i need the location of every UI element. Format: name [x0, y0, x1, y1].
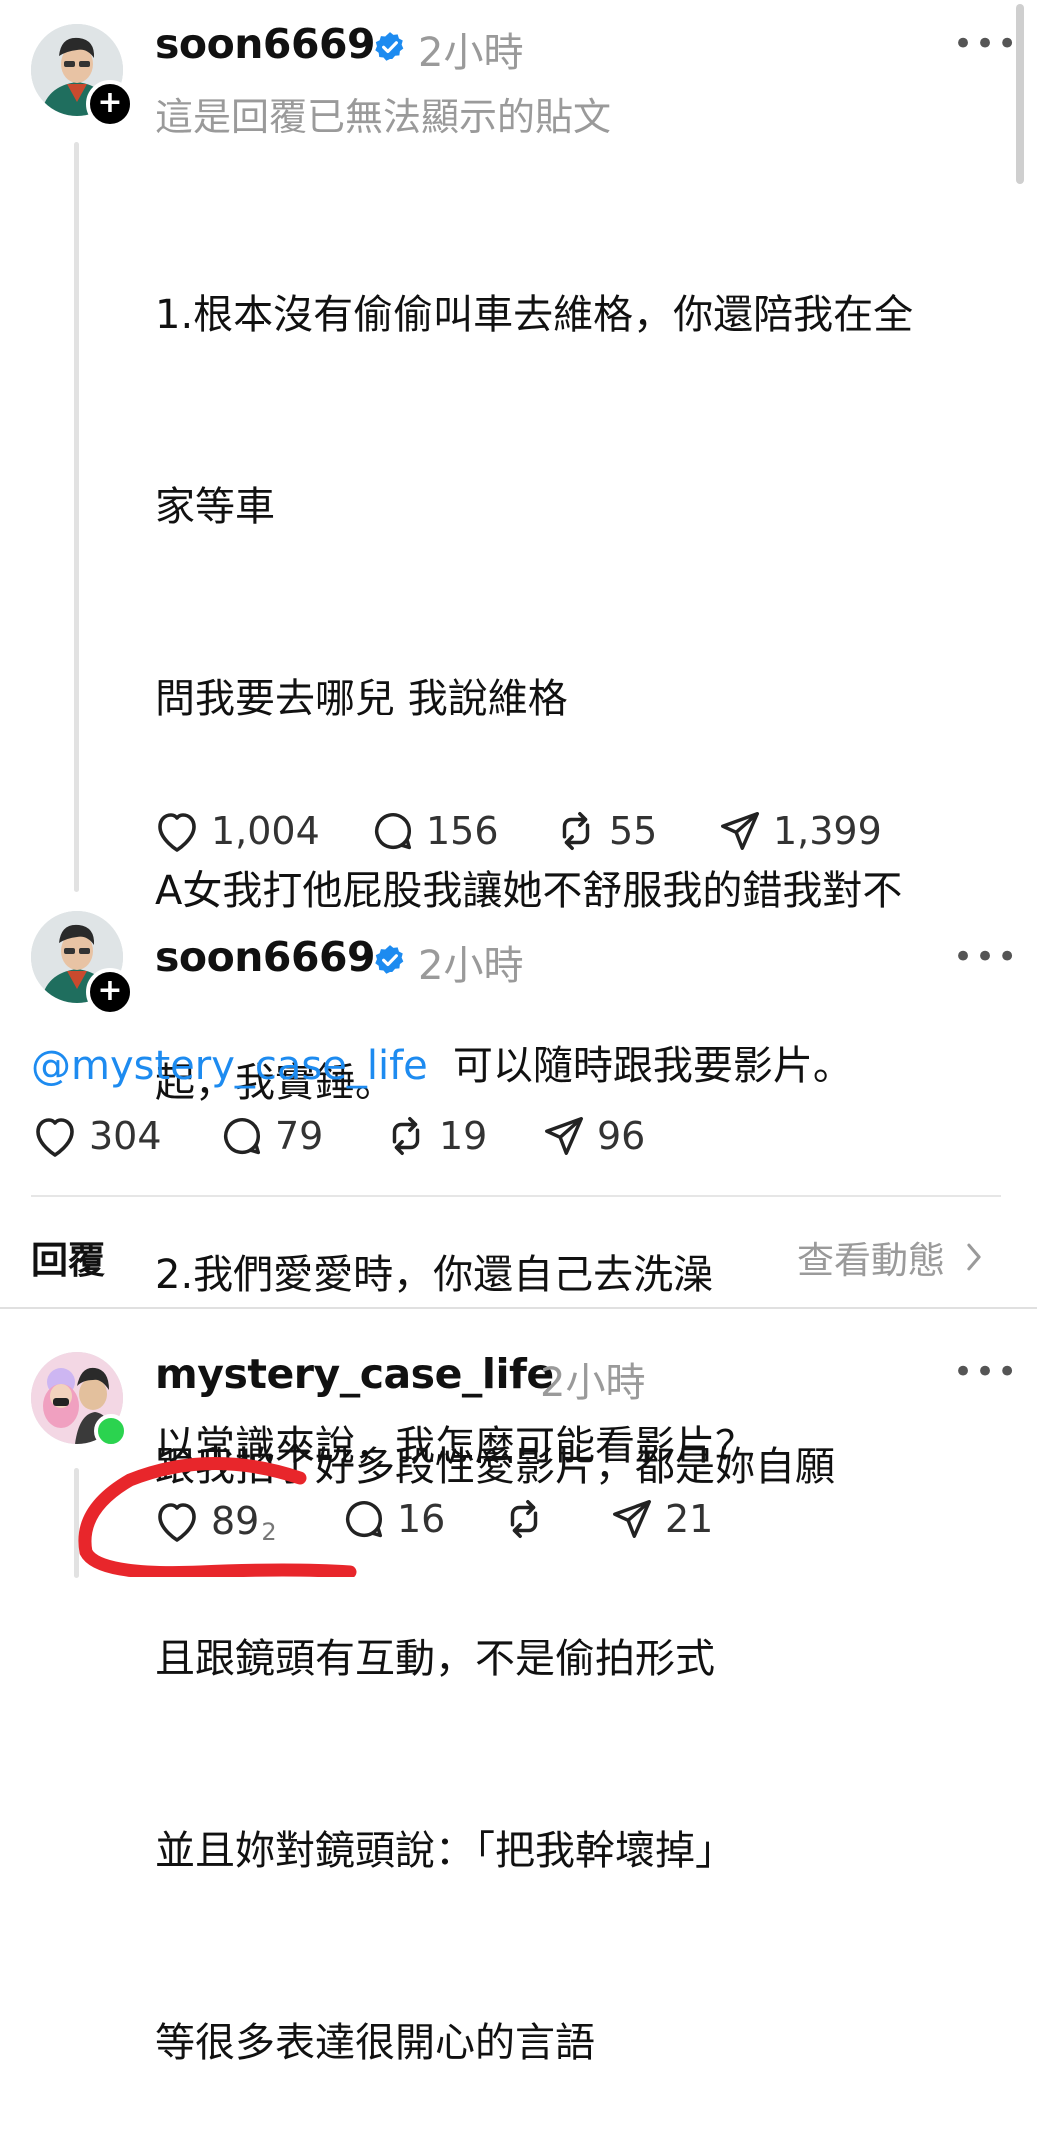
reply-context-subtitle[interactable]: 這是回覆已無法顯示的貼文: [155, 86, 611, 141]
post-username[interactable]: soon6669: [155, 933, 376, 981]
send-icon: [721, 812, 759, 850]
like-button[interactable]: 1,004: [153, 808, 320, 854]
repost-button[interactable]: [501, 1496, 557, 1542]
view-activity-label: 查看動態: [797, 1239, 945, 1282]
repost-icon: [392, 1117, 420, 1155]
reply-time: 2小時: [540, 1360, 646, 1406]
more-options-icon[interactable]: •••: [953, 1352, 1019, 1392]
repost-count: 19: [439, 1114, 488, 1158]
heart-icon: [158, 813, 196, 852]
like-count: 1,004: [211, 809, 320, 853]
more-options-icon[interactable]: •••: [953, 24, 1019, 64]
share-button[interactable]: 1,399: [717, 808, 882, 854]
comment-button[interactable]: 79: [219, 1113, 323, 1159]
post2-body: @mystery_case_life 可以隨時跟我要影片。: [31, 1033, 853, 1091]
view-activity-link[interactable]: 查看動態: [797, 1230, 989, 1284]
share-count: 1,399: [773, 809, 882, 853]
thread-line: [74, 142, 79, 892]
post-body-line: 且跟鏡頭有互動，不是偷拍形式: [155, 1636, 715, 1682]
post-time: 2小時: [418, 943, 524, 989]
repost-count: 55: [609, 809, 658, 853]
more-options-icon[interactable]: •••: [953, 937, 1019, 977]
send-icon: [613, 1500, 651, 1538]
comment-button[interactable]: 156: [370, 808, 499, 854]
comment-count: 156: [426, 809, 499, 853]
share-count: 96: [597, 1114, 646, 1158]
post-time: 2小時: [418, 30, 524, 76]
share-count: 21: [665, 1497, 714, 1541]
post-body-line: 等很多表達很開心的言語: [155, 2020, 595, 2066]
post-body-line: 並且妳對鏡頭說：「把我幹壞掉」: [155, 1828, 735, 1874]
repost-button[interactable]: 55: [553, 808, 657, 854]
post2-text: 可以隨時跟我要影片。: [452, 1043, 853, 1089]
comment-bubble-icon: [223, 1118, 261, 1155]
mention-link[interactable]: @mystery_case_life: [31, 1043, 428, 1089]
repost-button[interactable]: 19: [383, 1113, 487, 1159]
scrollbar[interactable]: [1016, 4, 1024, 184]
post-body-line: A女我打他屁股我讓她不舒服我的錯我對不: [155, 868, 903, 914]
comment-count: 16: [397, 1497, 446, 1541]
heart-icon: [36, 1118, 74, 1157]
divider: [31, 1195, 1001, 1197]
share-button[interactable]: 96: [541, 1113, 645, 1159]
post-body-line: 家等車: [155, 484, 275, 530]
replies-label[interactable]: 回覆: [31, 1230, 105, 1284]
send-icon: [545, 1117, 583, 1155]
comment-bubble-icon: [374, 813, 412, 850]
like-count: 304: [89, 1114, 162, 1158]
verified-badge-icon: [375, 32, 404, 61]
share-button[interactable]: 21: [609, 1496, 713, 1542]
verified-badge-icon: [375, 945, 404, 974]
post-username[interactable]: soon6669: [155, 20, 376, 68]
annotation-circle-stroke: [78, 1457, 357, 1577]
repost-icon: [562, 812, 590, 850]
post-body-line: 問我要去哪兒 我說維格: [155, 676, 568, 722]
section-divider: [0, 1307, 1037, 1309]
reply-username[interactable]: mystery_case_life: [155, 1350, 554, 1398]
chevron-right-icon: [967, 1243, 981, 1271]
follow-plus-button[interactable]: +: [86, 80, 134, 128]
comment-count: 79: [275, 1114, 324, 1158]
repost-icon: [510, 1500, 538, 1538]
like-button[interactable]: 304: [31, 1113, 162, 1159]
post-body-line: 1.根本沒有偷偷叫車去維格，你還陪我在全: [155, 292, 914, 338]
follow-plus-button[interactable]: +: [86, 968, 134, 1016]
